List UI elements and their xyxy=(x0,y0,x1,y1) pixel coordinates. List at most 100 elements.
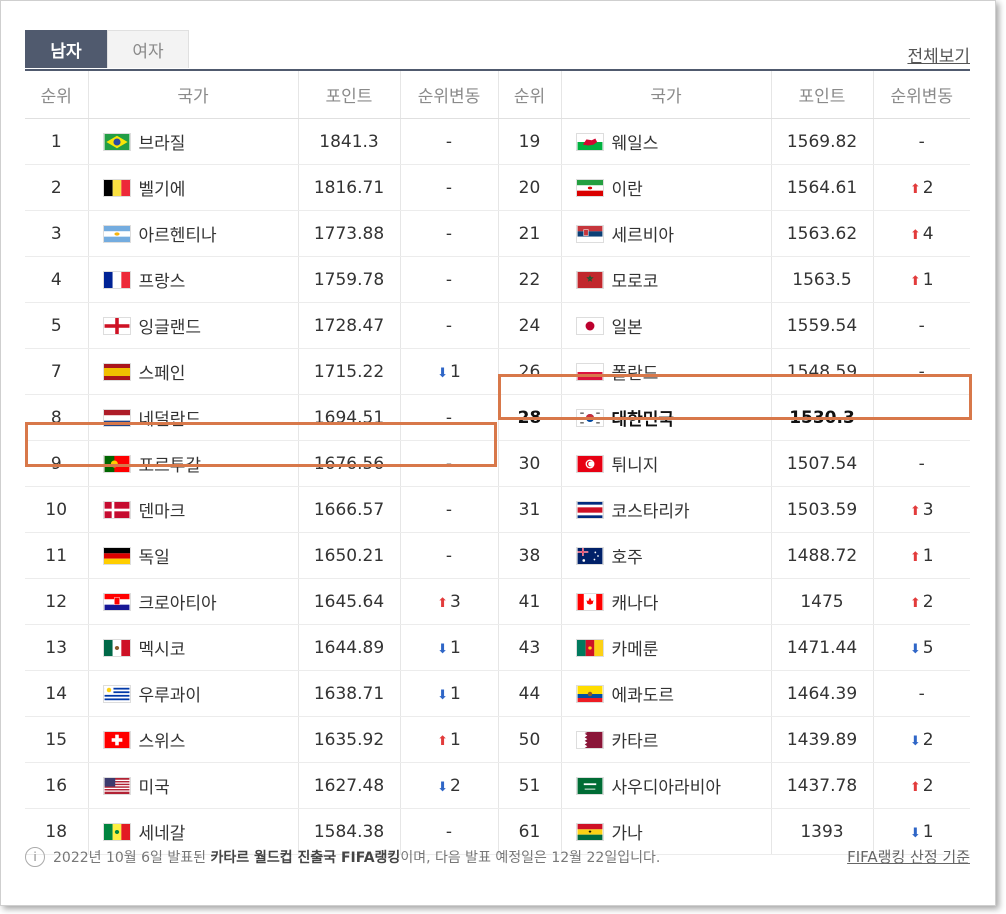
change-cell: ⬆ 1 xyxy=(873,256,970,303)
rank-cell: 2 xyxy=(25,164,89,211)
mexico-flag-icon xyxy=(102,638,131,657)
points-cell: 1645.64 xyxy=(298,578,401,625)
tab-men[interactable]: 남자 xyxy=(25,30,107,68)
ecuador-flag-icon xyxy=(575,684,604,703)
argentina-flag-icon xyxy=(102,224,131,243)
table-row: 11 독일 1650.21-38 호주 1488.72 ⬆ 1 xyxy=(25,532,970,579)
points-cell: 1559.54 xyxy=(771,302,874,349)
table-row: 16 미국 1627.48 ⬇ 2 51 사우디아라비아 1437.78 ⬆ 2 xyxy=(25,762,970,809)
country-cell[interactable]: 덴마크 xyxy=(88,486,299,533)
rank-cell: 50 xyxy=(498,716,562,763)
rank-cell: 19 xyxy=(498,118,562,165)
spain-flag-icon xyxy=(102,362,131,381)
change-cell: ⬇ 2 xyxy=(873,716,970,763)
change-cell: ⬆ 2 xyxy=(873,762,970,809)
rank-cell: 22 xyxy=(498,256,562,303)
rank-cell: 24 xyxy=(498,302,562,349)
country-cell[interactable]: 에콰도르 xyxy=(561,670,772,717)
change-cell: ⬆ 3 xyxy=(873,486,970,533)
arrow-down-icon: ⬇ xyxy=(909,825,921,841)
country-cell[interactable]: 코스타리카 xyxy=(561,486,772,533)
points-cell: 1635.92 xyxy=(298,716,401,763)
rank-cell: 10 xyxy=(25,486,89,533)
change-cell: - xyxy=(873,118,970,165)
country-cell[interactable]: 벨기에 xyxy=(88,164,299,211)
iran-flag-icon xyxy=(575,178,604,197)
rank-cell: 21 xyxy=(498,210,562,257)
country-cell[interactable]: 모로코 xyxy=(561,256,772,303)
costarica-flag-icon xyxy=(575,500,604,519)
rank-cell: 15 xyxy=(25,716,89,763)
country-cell[interactable]: 카타르 xyxy=(561,716,772,763)
table-row: 3 아르헨티나 1773.88-21 세르비아 1563.62 ⬆ 4 xyxy=(25,210,970,257)
change-cell: ⬇ 2 xyxy=(400,762,499,809)
arrow-up-icon: ⬆ xyxy=(909,779,921,795)
country-cell[interactable]: 세르비아 xyxy=(561,210,772,257)
view-all-link[interactable]: 전체보기 xyxy=(907,42,970,67)
arrow-down-icon: ⬇ xyxy=(437,365,449,381)
country-cell[interactable]: 미국 xyxy=(88,762,299,809)
points-cell: 1627.48 xyxy=(298,762,401,809)
info-icon: i xyxy=(25,846,45,867)
country-cell[interactable]: 독일 xyxy=(88,532,299,579)
country-cell[interactable]: 아르헨티나 xyxy=(88,210,299,257)
country-cell[interactable]: 캐나다 xyxy=(561,578,772,625)
header-change: 순위변동 xyxy=(400,71,499,119)
change-cell: - xyxy=(400,532,499,579)
senegal-flag-icon xyxy=(102,822,131,841)
arrow-up-icon: ⬆ xyxy=(909,595,921,611)
table-row: 4 프랑스 1759.78-22 모로코 1563.5 ⬆ 1 xyxy=(25,256,970,303)
header-points: 포인트 xyxy=(298,71,401,119)
change-cell: - xyxy=(400,164,499,211)
ghana-flag-icon xyxy=(575,822,604,841)
country-cell[interactable]: 브라질 xyxy=(88,118,299,165)
country-cell[interactable]: 잉글랜드 xyxy=(88,302,299,349)
country-cell[interactable]: 웨일스 xyxy=(561,118,772,165)
points-cell: 1715.22 xyxy=(298,348,401,395)
country-cell[interactable]: 이란 xyxy=(561,164,772,211)
rank-cell: 7 xyxy=(25,348,89,395)
rank-cell: 43 xyxy=(498,624,562,671)
table-row: 12 크로아티아 1645.64 ⬆ 3 41 캐나다 1475 ⬆ 2 xyxy=(25,578,970,625)
belgium-flag-icon xyxy=(102,178,131,197)
country-cell[interactable]: 일본 xyxy=(561,302,772,349)
country-cell[interactable]: 크로아티아 xyxy=(88,578,299,625)
table-row: 15 스위스 1635.92 ⬆ 1 50 카타르 1439.89 ⬇ 2 xyxy=(25,716,970,763)
change-cell: - xyxy=(400,256,499,303)
tunisia-flag-icon xyxy=(575,454,604,473)
arrow-up-icon: ⬆ xyxy=(909,227,921,243)
country-cell[interactable]: 호주 xyxy=(561,532,772,579)
rank-cell: 41 xyxy=(498,578,562,625)
highlight-korea xyxy=(498,374,972,420)
points-cell: 1507.54 xyxy=(771,440,874,487)
uruguay-flag-icon xyxy=(102,684,131,703)
arrow-up-icon: ⬆ xyxy=(437,595,449,611)
country-cell[interactable]: 사우디아라비아 xyxy=(561,762,772,809)
change-cell: ⬆ 2 xyxy=(873,578,970,625)
canada-flag-icon xyxy=(575,592,604,611)
change-cell: ⬆ 3 xyxy=(400,578,499,625)
tab-women[interactable]: 여자 xyxy=(107,30,189,68)
rank-cell: 13 xyxy=(25,624,89,671)
ranking-criteria-link[interactable]: FIFA랭킹 산정 기준 xyxy=(847,846,970,867)
table-row: 10 덴마크 1666.57-31 코스타리카 1503.59 ⬆ 3 xyxy=(25,486,970,533)
points-cell: 1666.57 xyxy=(298,486,401,533)
country-cell[interactable]: 카메룬 xyxy=(561,624,772,671)
table-row: 2 벨기에 1816.71-20 이란 1564.61 ⬆ 2 xyxy=(25,164,970,211)
country-cell[interactable]: 튀니지 xyxy=(561,440,772,487)
morocco-flag-icon xyxy=(575,270,604,289)
arrow-up-icon: ⬆ xyxy=(909,181,921,197)
country-cell[interactable]: 스페인 xyxy=(88,348,299,395)
change-cell: - xyxy=(400,486,499,533)
table-row: 13 멕시코 1644.89 ⬇ 1 43 카메룬 1471.44 ⬇ 5 xyxy=(25,624,970,671)
country-cell[interactable]: 프랑스 xyxy=(88,256,299,303)
country-cell[interactable]: 멕시코 xyxy=(88,624,299,671)
arrow-up-icon: ⬆ xyxy=(909,549,921,565)
table-row: 1 브라질 1841.3-19 웨일스 1569.82- xyxy=(25,118,970,165)
change-cell: - xyxy=(873,670,970,717)
country-cell[interactable]: 우루과이 xyxy=(88,670,299,717)
country-cell[interactable]: 스위스 xyxy=(88,716,299,763)
arrow-down-icon: ⬇ xyxy=(437,641,449,657)
rank-cell: 38 xyxy=(498,532,562,579)
saudi-flag-icon xyxy=(575,776,604,795)
